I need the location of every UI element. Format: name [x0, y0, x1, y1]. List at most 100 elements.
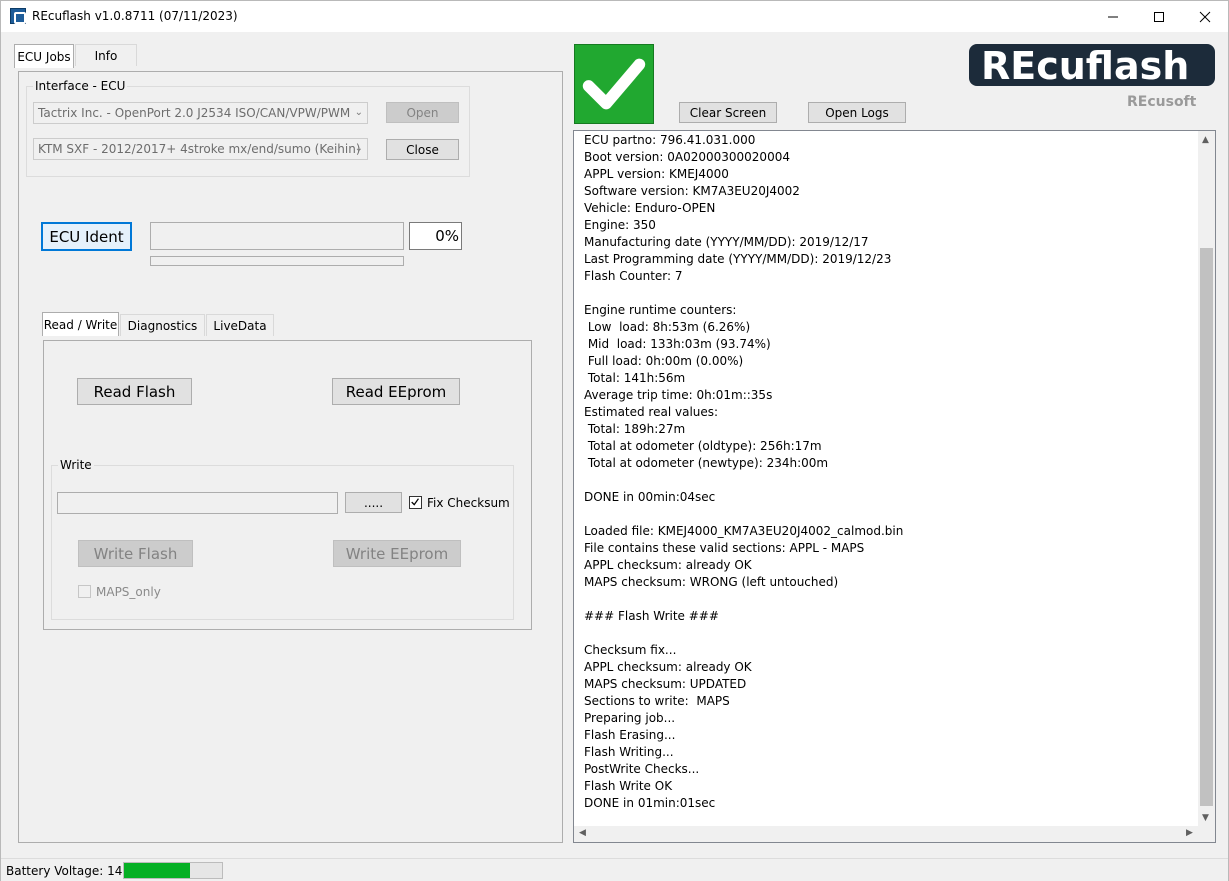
log-line: Mid load: 133h:03m (93.74%) — [584, 337, 771, 351]
title-bar[interactable]: REcuflash v1.0.8711 (07/11/2023) — [1, 1, 1228, 32]
log-vertical-scrollbar[interactable]: ▲ ▼ — [1198, 131, 1215, 826]
adapter-select[interactable]: Tactrix Inc. - OpenPort 2.0 J2534 ISO/CA… — [33, 102, 368, 124]
maximize-button[interactable] — [1136, 1, 1182, 32]
status-check-badge — [574, 44, 654, 124]
maps-only-checkbox[interactable] — [78, 585, 91, 598]
tab-livedata[interactable]: LiveData — [206, 314, 274, 336]
log-line: Flash Writing... — [584, 745, 674, 759]
log-line: ### Flash Write ### — [584, 609, 719, 623]
log-line: Software version: KM7A3EU20J4002 — [584, 184, 800, 198]
log-line: MAPS checksum: WRONG (left untouched) — [584, 575, 839, 589]
ecu-ident-button[interactable]: ECU Ident — [41, 222, 132, 251]
log-line: Total: 141h:56m — [584, 371, 686, 385]
app-icon — [10, 8, 26, 24]
tab-diagnostics[interactable]: Diagnostics — [120, 314, 205, 336]
log-text: ECU partno: 796.41.031.000 Boot version: … — [584, 132, 903, 812]
battery-voltage-label: Battery Voltage: 14.05 — [6, 864, 142, 878]
write-group: Write ..... Fix Checksum Write Flash Wri… — [51, 458, 514, 620]
log-line: Manufacturing date (YYYY/MM/DD): 2019/12… — [584, 235, 869, 249]
tab-read-write[interactable]: Read / Write — [42, 312, 119, 336]
interface-group-label: Interface - ECU — [33, 79, 128, 93]
log-line: Checksum fix... — [584, 643, 677, 657]
read-eeprom-button[interactable]: Read EEprom — [332, 378, 460, 405]
tab-info[interactable]: Info — [75, 44, 137, 66]
fix-checksum-checkbox[interactable] — [409, 496, 422, 509]
open-logs-button[interactable]: Open Logs — [808, 102, 906, 123]
clear-screen-button[interactable]: Clear Screen — [679, 102, 777, 123]
log-line: Total at odometer (oldtype): 256h:17m — [584, 439, 822, 453]
ident-progress-bar — [150, 222, 404, 250]
app-window: REcuflash v1.0.8711 (07/11/2023) ECU Job… — [0, 0, 1229, 881]
log-line: Engine: 350 — [584, 218, 656, 232]
read-write-panel: Read Flash Read EEprom Write ..... Fix C… — [43, 340, 532, 630]
log-line: APPL version: KMEJ4000 — [584, 167, 729, 181]
log-line: Preparing job... — [584, 711, 676, 725]
scroll-thumb[interactable] — [1200, 248, 1213, 806]
minimize-icon — [1108, 16, 1118, 17]
scroll-down-icon[interactable]: ▼ — [1202, 813, 1209, 823]
scroll-left-icon[interactable]: ◀ — [579, 828, 586, 838]
recuflash-logo: REcuflash REcusoft — [969, 44, 1215, 110]
scroll-right-icon[interactable]: ▶ — [1186, 828, 1193, 838]
open-button[interactable]: Open — [386, 102, 459, 123]
log-horizontal-scrollbar[interactable]: ◀ ▶ — [574, 826, 1198, 842]
read-flash-button[interactable]: Read Flash — [77, 378, 192, 405]
close-window-button[interactable] — [1182, 1, 1228, 32]
status-bar: Battery Voltage: 14.05 — [1, 858, 1228, 881]
close-button[interactable]: Close — [386, 139, 459, 160]
logo-company-text: REcusoft — [1127, 94, 1197, 110]
log-line: Boot version: 0A02000300020004 — [584, 150, 790, 164]
log-line: Flash Erasing... — [584, 728, 676, 742]
log-line: Average trip time: 0h:01m::35s — [584, 388, 773, 402]
battery-progress-fill — [124, 863, 190, 878]
logo-brand-text: REcuflash — [981, 44, 1189, 88]
ecu-select-value: KTM SXF - 2012/2017+ 4stroke mx/end/sumo… — [38, 142, 361, 156]
log-line: Total: 189h:27m — [584, 422, 686, 436]
log-line: DONE in 01min:01sec — [584, 796, 716, 810]
file-path-field[interactable] — [57, 492, 338, 514]
maximize-icon — [1154, 11, 1164, 22]
battery-progress-bar — [123, 862, 223, 879]
scrollbar-corner — [1198, 826, 1215, 842]
ident-secondary-progress — [150, 256, 404, 266]
chevron-down-icon: ⌄ — [354, 107, 363, 118]
browse-button[interactable]: ..... — [345, 492, 402, 513]
ecu-select[interactable]: KTM SXF - 2012/2017+ 4stroke mx/end/sumo… — [33, 138, 368, 160]
log-line: Sections to write: MAPS — [584, 694, 730, 708]
brand-logo: REcuflash REcusoft — [967, 44, 1217, 111]
chevron-down-icon: ⌄ — [354, 143, 363, 154]
log-line: Last Programming date (YYYY/MM/DD): 2019… — [584, 252, 892, 266]
log-line: PostWrite Checks... — [584, 762, 700, 776]
checkmark-icon — [411, 498, 419, 506]
log-line: Low load: 8h:53m (6.26%) — [584, 320, 751, 334]
log-line: DONE in 00min:04sec — [584, 490, 716, 504]
maps-only-label: MAPS_only — [96, 585, 161, 599]
log-line: Full load: 0h:00m (0.00%) — [584, 354, 744, 368]
window-title: REcuflash v1.0.8711 (07/11/2023) — [32, 9, 238, 23]
ident-progress-percent: 0% — [409, 222, 462, 250]
log-line: Flash Counter: 7 — [584, 269, 683, 283]
close-icon — [1199, 11, 1211, 22]
write-group-label: Write — [58, 458, 94, 472]
log-line: Flash Write OK — [584, 779, 673, 793]
scroll-up-icon[interactable]: ▲ — [1202, 135, 1209, 145]
log-line: APPL checksum: already OK — [584, 558, 752, 572]
tab-ecu-jobs[interactable]: ECU Jobs — [14, 44, 74, 68]
log-line: Total at odometer (newtype): 234h:00m — [584, 456, 829, 470]
minimize-button[interactable] — [1090, 1, 1136, 32]
checkmark-icon — [582, 58, 646, 110]
write-eeprom-button[interactable]: Write EEprom — [333, 540, 461, 567]
log-line: Estimated real values: — [584, 405, 719, 419]
log-line: ECU partno: 796.41.031.000 — [584, 133, 756, 147]
log-line: File contains these valid sections: APPL… — [584, 541, 865, 555]
interface-group: Interface - ECU Tactrix Inc. - OpenPort … — [26, 79, 470, 177]
log-line: MAPS checksum: UPDATED — [584, 677, 747, 691]
fix-checksum-label: Fix Checksum — [427, 496, 510, 510]
write-flash-button[interactable]: Write Flash — [78, 540, 193, 567]
log-output[interactable]: ECU partno: 796.41.031.000 Boot version: … — [573, 130, 1216, 843]
